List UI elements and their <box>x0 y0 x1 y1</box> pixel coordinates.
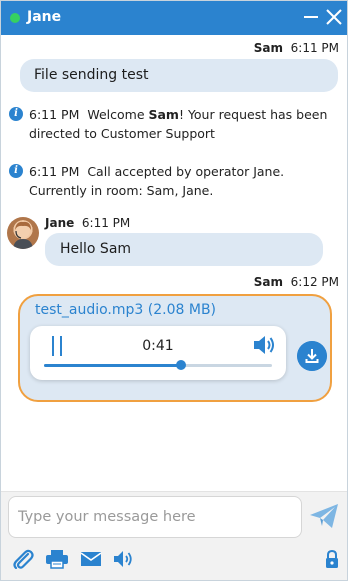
operator-avatar <box>7 217 39 249</box>
title-bar: Jane <box>1 1 347 35</box>
info-icon: i <box>9 164 23 178</box>
audio-player: 0:41 <box>30 326 286 380</box>
seek-bar[interactable] <box>44 360 272 370</box>
message-input[interactable] <box>8 496 302 538</box>
message-text: File sending test <box>34 67 149 83</box>
system-text-part: Welcome <box>87 107 149 122</box>
system-message: i 6:11 PM Call accepted by operator Jane… <box>9 162 339 202</box>
system-message: i 6:11 PM Welcome Sam! Your request has … <box>9 105 339 145</box>
paperclip-icon[interactable] <box>12 549 34 569</box>
message-time: 6:12 PM <box>290 275 339 289</box>
message-time: 6:11 PM <box>290 41 339 55</box>
online-status-icon <box>10 13 20 23</box>
lock-icon[interactable] <box>324 549 340 569</box>
message-meta: Sam 6:12 PM <box>254 275 339 289</box>
message-bubble-incoming: Hello Sam <box>45 233 323 266</box>
message-time: 6:11 PM <box>81 216 131 230</box>
info-icon: i <box>9 107 23 121</box>
system-time: 6:11 PM <box>29 107 80 122</box>
message-meta: Jane 6:11 PM <box>45 216 130 230</box>
operator-portrait-icon <box>13 221 33 249</box>
sender-name: Sam <box>253 41 283 55</box>
sender-name: Sam <box>253 275 283 289</box>
elapsed-time: 0:41 <box>142 338 174 354</box>
volume-icon[interactable] <box>252 334 276 356</box>
seek-bar-fill <box>44 364 181 367</box>
message-bubble-outgoing: File sending test <box>20 59 338 92</box>
system-time: 6:11 PM <box>29 164 80 179</box>
file-message: test_audio.mp3 (2.08 MB) 0:41 <box>18 294 332 402</box>
chat-window: Jane Sam 6:11 PM File sending test i 6:1… <box>0 0 348 581</box>
printer-icon[interactable] <box>45 549 69 569</box>
sender-name: Jane <box>45 216 75 230</box>
close-icon[interactable] <box>324 7 344 27</box>
download-icon[interactable] <box>297 341 327 371</box>
message-list[interactable]: Sam 6:11 PM File sending test i 6:11 PM … <box>1 35 347 491</box>
envelope-icon[interactable] <box>80 549 102 569</box>
seek-bar-handle[interactable] <box>175 360 186 370</box>
file-name: test_audio.mp3 <box>35 302 144 318</box>
message-meta: Sam 6:11 PM <box>254 41 339 55</box>
file-link[interactable]: test_audio.mp3 (2.08 MB) <box>35 302 216 318</box>
system-message-text: 6:11 PM Call accepted by operator Jane. … <box>29 162 334 200</box>
minimize-icon[interactable] <box>301 7 321 27</box>
message-text: Hello Sam <box>60 241 132 257</box>
send-icon[interactable] <box>308 502 340 530</box>
speaker-icon[interactable] <box>112 549 136 569</box>
system-message-text: 6:11 PM Welcome Sam! Your request has be… <box>29 105 334 143</box>
file-size: (2.08 MB) <box>147 302 217 318</box>
system-text-name: Sam <box>148 107 179 122</box>
chat-title: Jane <box>27 9 62 25</box>
composer <box>1 491 347 580</box>
